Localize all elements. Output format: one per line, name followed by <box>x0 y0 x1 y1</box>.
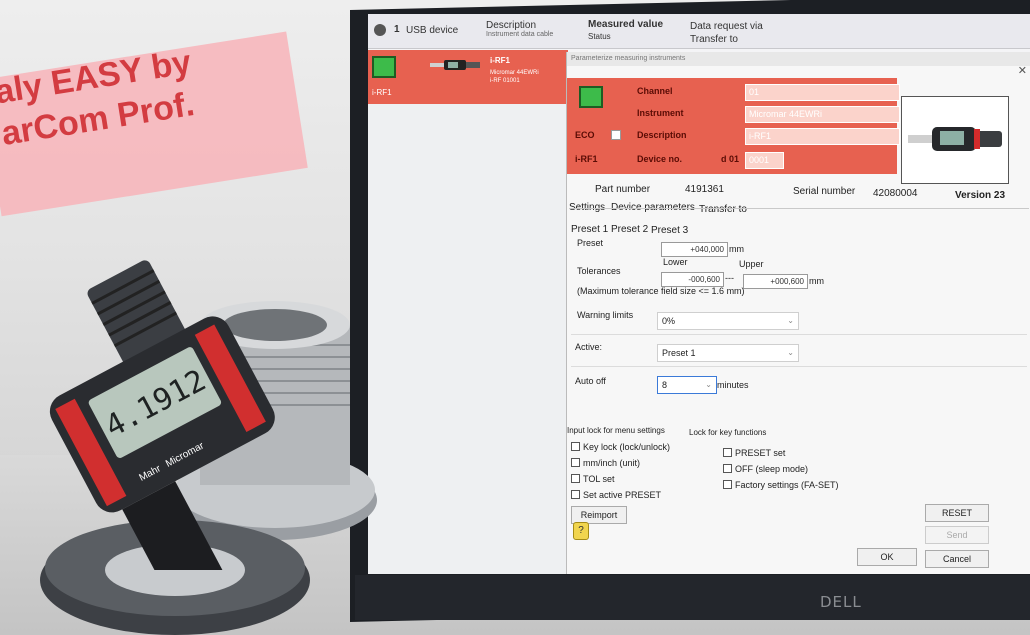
usb-device-label: USB device <box>406 25 459 36</box>
divider <box>571 334 1027 335</box>
instrument-info-panel: Channel 01 Instrument Micromar 44EWRi EC… <box>567 78 900 174</box>
device-row-model: Micromar 44EWRi <box>490 70 539 76</box>
digital-micrometer: 4.1912 Mahr Micromar <box>49 260 275 570</box>
preset-label: Preset <box>577 238 604 248</box>
micrometer-thumbnail-icon <box>430 60 480 70</box>
key-lock-checkbox[interactable]: Key lock (lock/unlock) <box>571 442 670 452</box>
auto-off-value: 8 <box>662 380 668 390</box>
close-icon[interactable]: ✕ <box>1018 64 1027 77</box>
device-count: 1 <box>394 24 400 35</box>
part-number-label: Part number <box>595 184 651 195</box>
send-button[interactable]: Send <box>925 526 989 544</box>
tolerance-upper-input[interactable]: +000,600 <box>743 274 808 289</box>
device-no-label: Device no. <box>637 154 683 164</box>
tolerance-lower-input[interactable]: -000,600 <box>661 272 724 287</box>
instrument-image <box>901 96 1009 184</box>
instrument-status-icon <box>579 86 603 108</box>
input-lock-label: Input lock for menu settings <box>567 426 665 435</box>
device-row-name: i-RF1 <box>372 88 392 97</box>
transfer-to-header: Transfer to <box>690 34 738 45</box>
tolerance-separator: --- <box>725 273 734 283</box>
preset-unit: mm <box>729 244 744 254</box>
device-no-prefix: d 01 <box>721 154 740 164</box>
divider <box>571 366 1027 367</box>
description-header: Description Instrument data cable <box>486 20 553 38</box>
tab-preset-1[interactable]: Preset 1 <box>571 224 608 235</box>
tab-preset-3[interactable]: Preset 3 <box>651 225 688 236</box>
ok-button[interactable]: OK <box>857 548 917 566</box>
chevron-down-icon: ⌄ <box>787 316 794 325</box>
cancel-button[interactable]: Cancel <box>925 550 989 568</box>
instrument-field[interactable]: Micromar 44EWRi <box>745 106 900 123</box>
active-preset-select[interactable]: Preset 1 ⌄ <box>657 344 799 362</box>
tab-preset-2[interactable]: Preset 2 <box>611 224 648 235</box>
micrometer-picture-icon <box>908 127 1002 151</box>
auto-off-label: Auto off <box>575 376 606 386</box>
laptop-bezel <box>355 575 1030 620</box>
instrument-label: Instrument <box>637 108 684 118</box>
device-row-irf1[interactable]: i-RF1 i-RF1 Micromar 44EWRi i-RF 01001 <box>368 50 568 104</box>
device-no-field[interactable]: 0001 <box>745 152 784 169</box>
lower-label: Lower <box>663 257 688 267</box>
upper-label: Upper <box>739 259 764 269</box>
tab-divider <box>569 208 1029 209</box>
instrument-status-icon <box>372 56 396 78</box>
device-row-title: i-RF1 <box>490 56 510 65</box>
laptop-screen: 1 USB device Description Instrument data… <box>368 14 1030 574</box>
active-label: Active: <box>575 342 603 352</box>
reset-button[interactable]: RESET <box>925 504 989 522</box>
description-header-label: Description <box>486 20 537 31</box>
device-list-panel <box>368 104 566 574</box>
device-row-serial: i-RF 01001 <box>490 78 520 84</box>
irf-label: i-RF1 <box>575 154 598 164</box>
off-sleep-checkbox[interactable]: OFF (sleep mode) <box>723 464 808 474</box>
max-tolerance-note: (Maximum tolerance field size <= 1.6 mm) <box>577 286 745 296</box>
warning-limits-value: 0% <box>662 316 676 326</box>
description-header-sub: Instrument data cable <box>486 31 554 38</box>
photo-scene: DELL 1 USB device Description Instrument… <box>0 0 1030 635</box>
tab-transfer-to[interactable]: Transfer to <box>699 204 747 215</box>
tolerances-label: Tolerances <box>577 266 621 276</box>
active-preset-value: Preset 1 <box>662 348 696 358</box>
measured-value-header: Measured value <box>588 19 664 30</box>
warning-limits-select[interactable]: 0% ⌄ <box>657 312 799 330</box>
dialog-title: Parameterize measuring instruments <box>567 52 1030 66</box>
preset-set-checkbox[interactable]: PRESET set <box>723 448 785 458</box>
auto-off-select[interactable]: 8 ⌄ <box>657 376 717 394</box>
channel-field[interactable]: 01 <box>745 84 900 101</box>
version-label: Version 23 <box>955 190 1006 201</box>
help-icon[interactable]: ? <box>573 522 589 540</box>
laptop-brand-logo: DELL <box>820 593 862 611</box>
data-request-header: Data request via <box>690 21 763 32</box>
chevron-down-icon: ⌄ <box>787 348 794 357</box>
preset-input[interactable]: +040,000 <box>661 242 728 257</box>
serial-number-label: Serial number <box>793 186 856 197</box>
factory-settings-checkbox[interactable]: Factory settings (FA-SET) <box>723 480 839 490</box>
chevron-down-icon: ⌄ <box>705 380 712 389</box>
parameterize-dialog: Parameterize measuring instruments ✕ Cha… <box>566 52 1030 574</box>
key-lock-functions-label: Lock for key functions <box>689 428 767 437</box>
description-label: Description <box>637 130 687 140</box>
eco-checkbox[interactable] <box>611 130 621 140</box>
serial-number-value: 42080004 <box>873 188 918 199</box>
status-header: Status <box>588 32 611 41</box>
minutes-label: minutes <box>717 380 749 390</box>
device-list-header: 1 USB device Description Instrument data… <box>368 14 1030 49</box>
mm-inch-checkbox[interactable]: mm/inch (unit) <box>571 458 640 468</box>
tol-set-checkbox[interactable]: TOL set <box>571 474 615 484</box>
set-active-preset-checkbox[interactable]: Set active PRESET <box>571 490 661 500</box>
description-field[interactable]: i-RF1 <box>745 128 900 145</box>
eco-label: ECO <box>575 130 595 140</box>
part-number-value: 4191361 <box>685 184 724 195</box>
usb-device-icon <box>374 24 386 36</box>
tolerance-unit: mm <box>809 276 824 286</box>
warning-limits-label: Warning limits <box>577 310 634 320</box>
channel-label: Channel <box>637 86 673 96</box>
